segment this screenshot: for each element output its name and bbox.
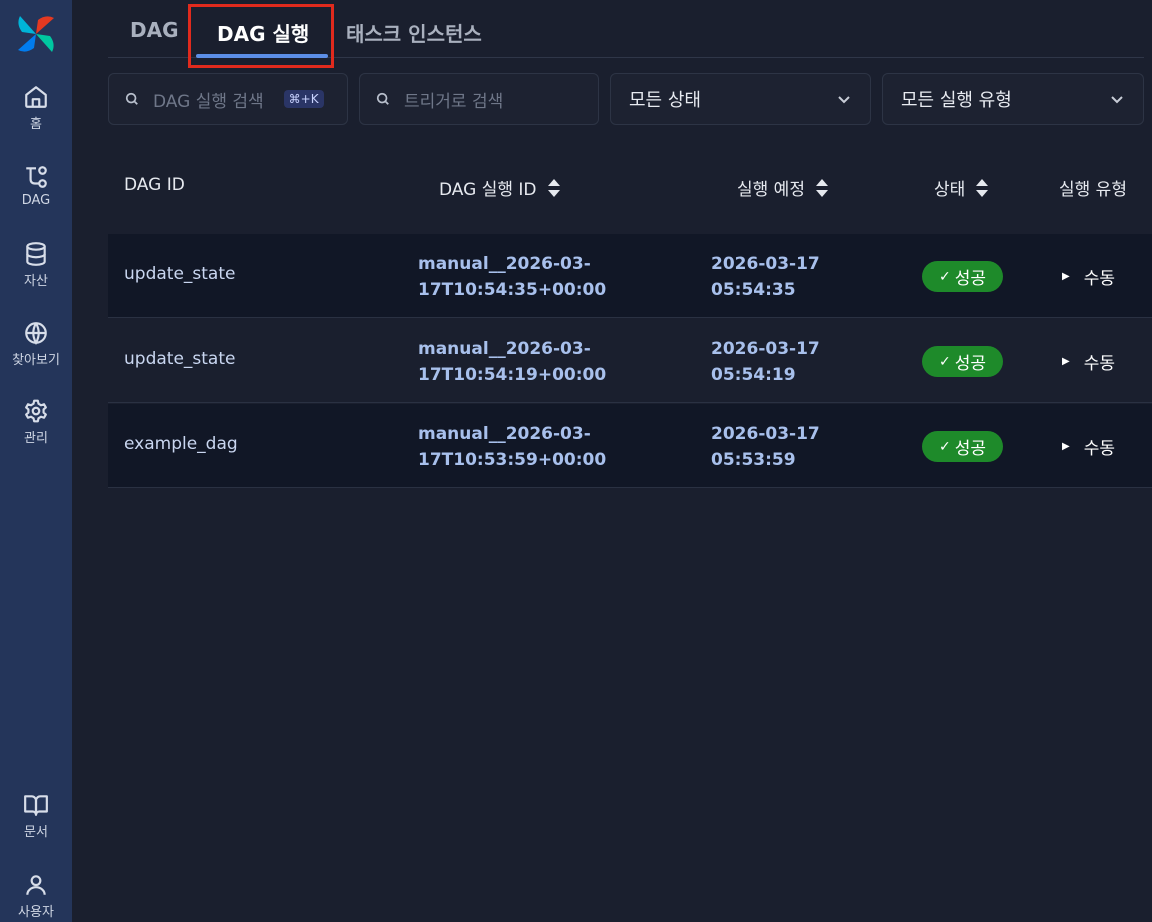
tab-task-instances[interactable]: 태스크 인스턴스 [346,18,482,47]
table-row: update_state manual__2026-03- 17T10:54:1… [108,319,1152,403]
state-filter-select[interactable]: 모든 상태 [610,73,871,125]
select-value: 모든 상태 [629,90,701,111]
tab-dag[interactable]: DAG [130,18,179,42]
chevron-down-icon [1111,96,1123,104]
column-header-label: 상태 [934,180,966,200]
search-placeholder: 트리거로 검색 [404,91,504,112]
run-type: ▶ 수동 [1062,349,1115,374]
scheduled-date: 2026-03-17 [711,254,820,274]
sidebar-item-label: 자산 [24,274,48,289]
scheduled-clock: 05:54:19 [711,365,796,385]
scheduled-clock: 05:53:59 [711,450,796,470]
highlight-annotation [188,4,334,68]
sidebar-item-assets[interactable]: 자산 [0,241,72,289]
column-header-run-type[interactable]: 실행 유형 [1059,175,1127,200]
database-icon [26,242,46,266]
sidebar-item-browse[interactable]: 찾아보기 [0,320,72,368]
dag-id-link[interactable]: update_state [124,349,235,369]
sidebar-item-user[interactable]: 사용자 [0,872,72,920]
home-icon [25,86,47,108]
run-type-label: 수동 [1083,354,1115,374]
sort-icon[interactable] [975,178,989,198]
run-id-line: manual__2026-03- [418,424,591,444]
play-icon: ▶ [1062,271,1070,282]
play-icon: ▶ [1062,356,1070,367]
column-header-state[interactable]: 상태 [934,175,989,200]
status-label: 성공 [954,354,986,374]
table-row: update_state manual__2026-03- 17T10:54:3… [108,234,1152,318]
sidebar-item-label: 홈 [30,117,42,132]
book-icon [24,795,48,816]
dag-id-link[interactable]: example_dag [124,434,238,454]
run-id-link[interactable]: manual__2026-03- 17T10:54:19+00:00 [418,336,606,388]
status-badge: ✓ 성공 [922,431,1003,462]
sidebar-item-label: 관리 [24,431,48,446]
check-icon: ✓ [938,268,951,285]
run-id-line: 17T10:54:35+00:00 [418,280,607,300]
sidebar-item-dag[interactable]: DAG [0,164,72,208]
check-icon: ✓ [938,353,951,370]
user-icon [26,875,46,895]
column-header-label: 실행 유형 [1059,180,1127,200]
status-badge: ✓ 성공 [922,261,1003,292]
run-type: ▶ 수동 [1062,434,1115,459]
check-icon: ✓ [938,438,951,455]
scheduled-clock: 05:54:35 [711,280,796,300]
column-header-dag-id[interactable]: DAG ID [124,175,185,195]
sidebar-item-label: 사용자 [18,905,54,920]
column-header-scheduled[interactable]: 실행 예정 [737,175,829,200]
shortcut-badge: ⌘+K [283,90,324,108]
sidebar: 홈 DAG 자산 찾아보기 관리 문서 사용자 [0,0,72,922]
run-type-label: 수동 [1083,439,1115,459]
dag-id-link[interactable]: update_state [124,264,235,284]
run-type-label: 수동 [1083,269,1115,289]
column-header-label: DAG ID [124,175,185,195]
chevron-down-icon [838,96,850,104]
gear-icon [25,399,47,423]
column-header-label: DAG 실행 ID [439,180,537,200]
run-id-line: 17T10:54:19+00:00 [418,365,607,385]
scheduled-time: 2026-03-17 05:54:35 [711,251,820,303]
run-id-line: manual__2026-03- [418,339,591,359]
run-id-line: manual__2026-03- [418,254,591,274]
airflow-logo[interactable] [14,12,58,56]
scheduled-time: 2026-03-17 05:54:19 [711,336,820,388]
column-header-run-id[interactable]: DAG 실행 ID [439,175,561,200]
sidebar-item-admin[interactable]: 관리 [0,398,72,446]
search-placeholder: DAG 실행 검색 [153,91,264,112]
column-header-label: 실행 예정 [737,180,805,200]
status-label: 성공 [954,269,986,289]
sidebar-item-label: DAG [21,193,51,208]
sort-icon[interactable] [547,178,561,198]
sidebar-item-docs[interactable]: 문서 [0,792,72,840]
scheduled-date: 2026-03-17 [711,424,820,444]
sort-icon[interactable] [815,178,829,198]
run-id-link[interactable]: manual__2026-03- 17T10:54:35+00:00 [418,251,606,303]
run-id-line: 17T10:53:59+00:00 [418,450,607,470]
dag-icon [26,166,47,188]
sidebar-item-label: 문서 [24,825,48,840]
sidebar-item-home[interactable]: 홈 [0,84,72,132]
search-icon [376,92,389,105]
play-icon: ▶ [1062,441,1070,452]
scheduled-date: 2026-03-17 [711,339,820,359]
dag-run-search-input[interactable]: DAG 실행 검색 ⌘+K [108,73,348,125]
trigger-search-input[interactable]: 트리거로 검색 [359,73,599,125]
run-type-filter-select[interactable]: 모든 실행 유형 [882,73,1144,125]
run-id-link[interactable]: manual__2026-03- 17T10:53:59+00:00 [418,421,606,473]
status-badge: ✓ 성공 [922,346,1003,377]
status-label: 성공 [954,439,986,459]
table-row: example_dag manual__2026-03- 17T10:53:59… [108,404,1152,488]
run-type: ▶ 수동 [1062,264,1115,289]
sidebar-item-label: 찾아보기 [12,353,60,368]
globe-icon [25,322,47,345]
scheduled-time: 2026-03-17 05:53:59 [711,421,820,473]
select-value: 모든 실행 유형 [901,90,1012,111]
search-icon [125,92,138,105]
